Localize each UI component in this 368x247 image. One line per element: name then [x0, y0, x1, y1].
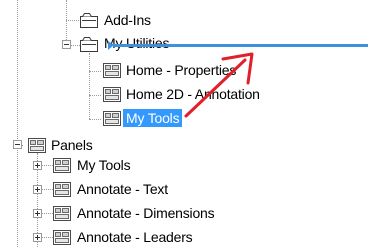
red-drag-arrow-icon [184, 52, 254, 118]
customization-tree: Add-Ins My Utilities Home - Properties H… [0, 0, 368, 247]
